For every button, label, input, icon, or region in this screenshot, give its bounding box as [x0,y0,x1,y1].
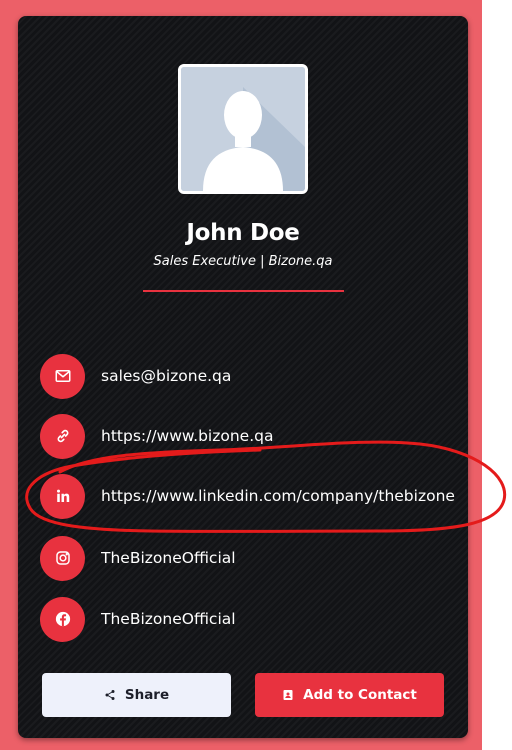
contact-instagram-label: TheBizoneOfficial [101,549,236,567]
mail-icon [40,353,85,399]
contact-instagram[interactable]: TheBizoneOfficial [40,535,468,581]
profile-title: Sales Executive | Bizone.qa [153,254,333,269]
link-icon [40,413,85,459]
share-icon [105,690,115,700]
instagram-icon [40,535,85,581]
contact-facebook[interactable]: TheBizoneOfficial [40,596,468,642]
share-button[interactable]: Share [42,673,231,717]
person-placeholder-icon [181,67,305,191]
contact-website-label: https://www.bizone.qa [101,427,274,445]
contact-linkedin[interactable]: https://www.linkedin.com/company/thebizo… [40,473,468,519]
divider [143,290,344,292]
avatar [178,64,308,194]
contact-card-icon [283,690,293,700]
share-button-label: Share [124,687,170,703]
add-to-contact-button[interactable]: Add to Contact [255,673,444,717]
contact-email[interactable]: sales@bizone.qa [40,353,468,399]
contact-email-label: sales@bizone.qa [101,367,232,385]
contact-facebook-label: TheBizoneOfficial [101,610,236,628]
contact-website[interactable]: https://www.bizone.qa [40,413,468,459]
linkedin-icon [40,473,85,519]
add-to-contact-label: Add to Contact [303,687,417,703]
facebook-icon [40,596,85,642]
contact-linkedin-label: https://www.linkedin.com/company/thebizo… [101,487,455,505]
profile-name: John Doe [186,220,300,246]
profile-card: John Doe Sales Executive | Bizone.qa sal… [18,16,468,738]
